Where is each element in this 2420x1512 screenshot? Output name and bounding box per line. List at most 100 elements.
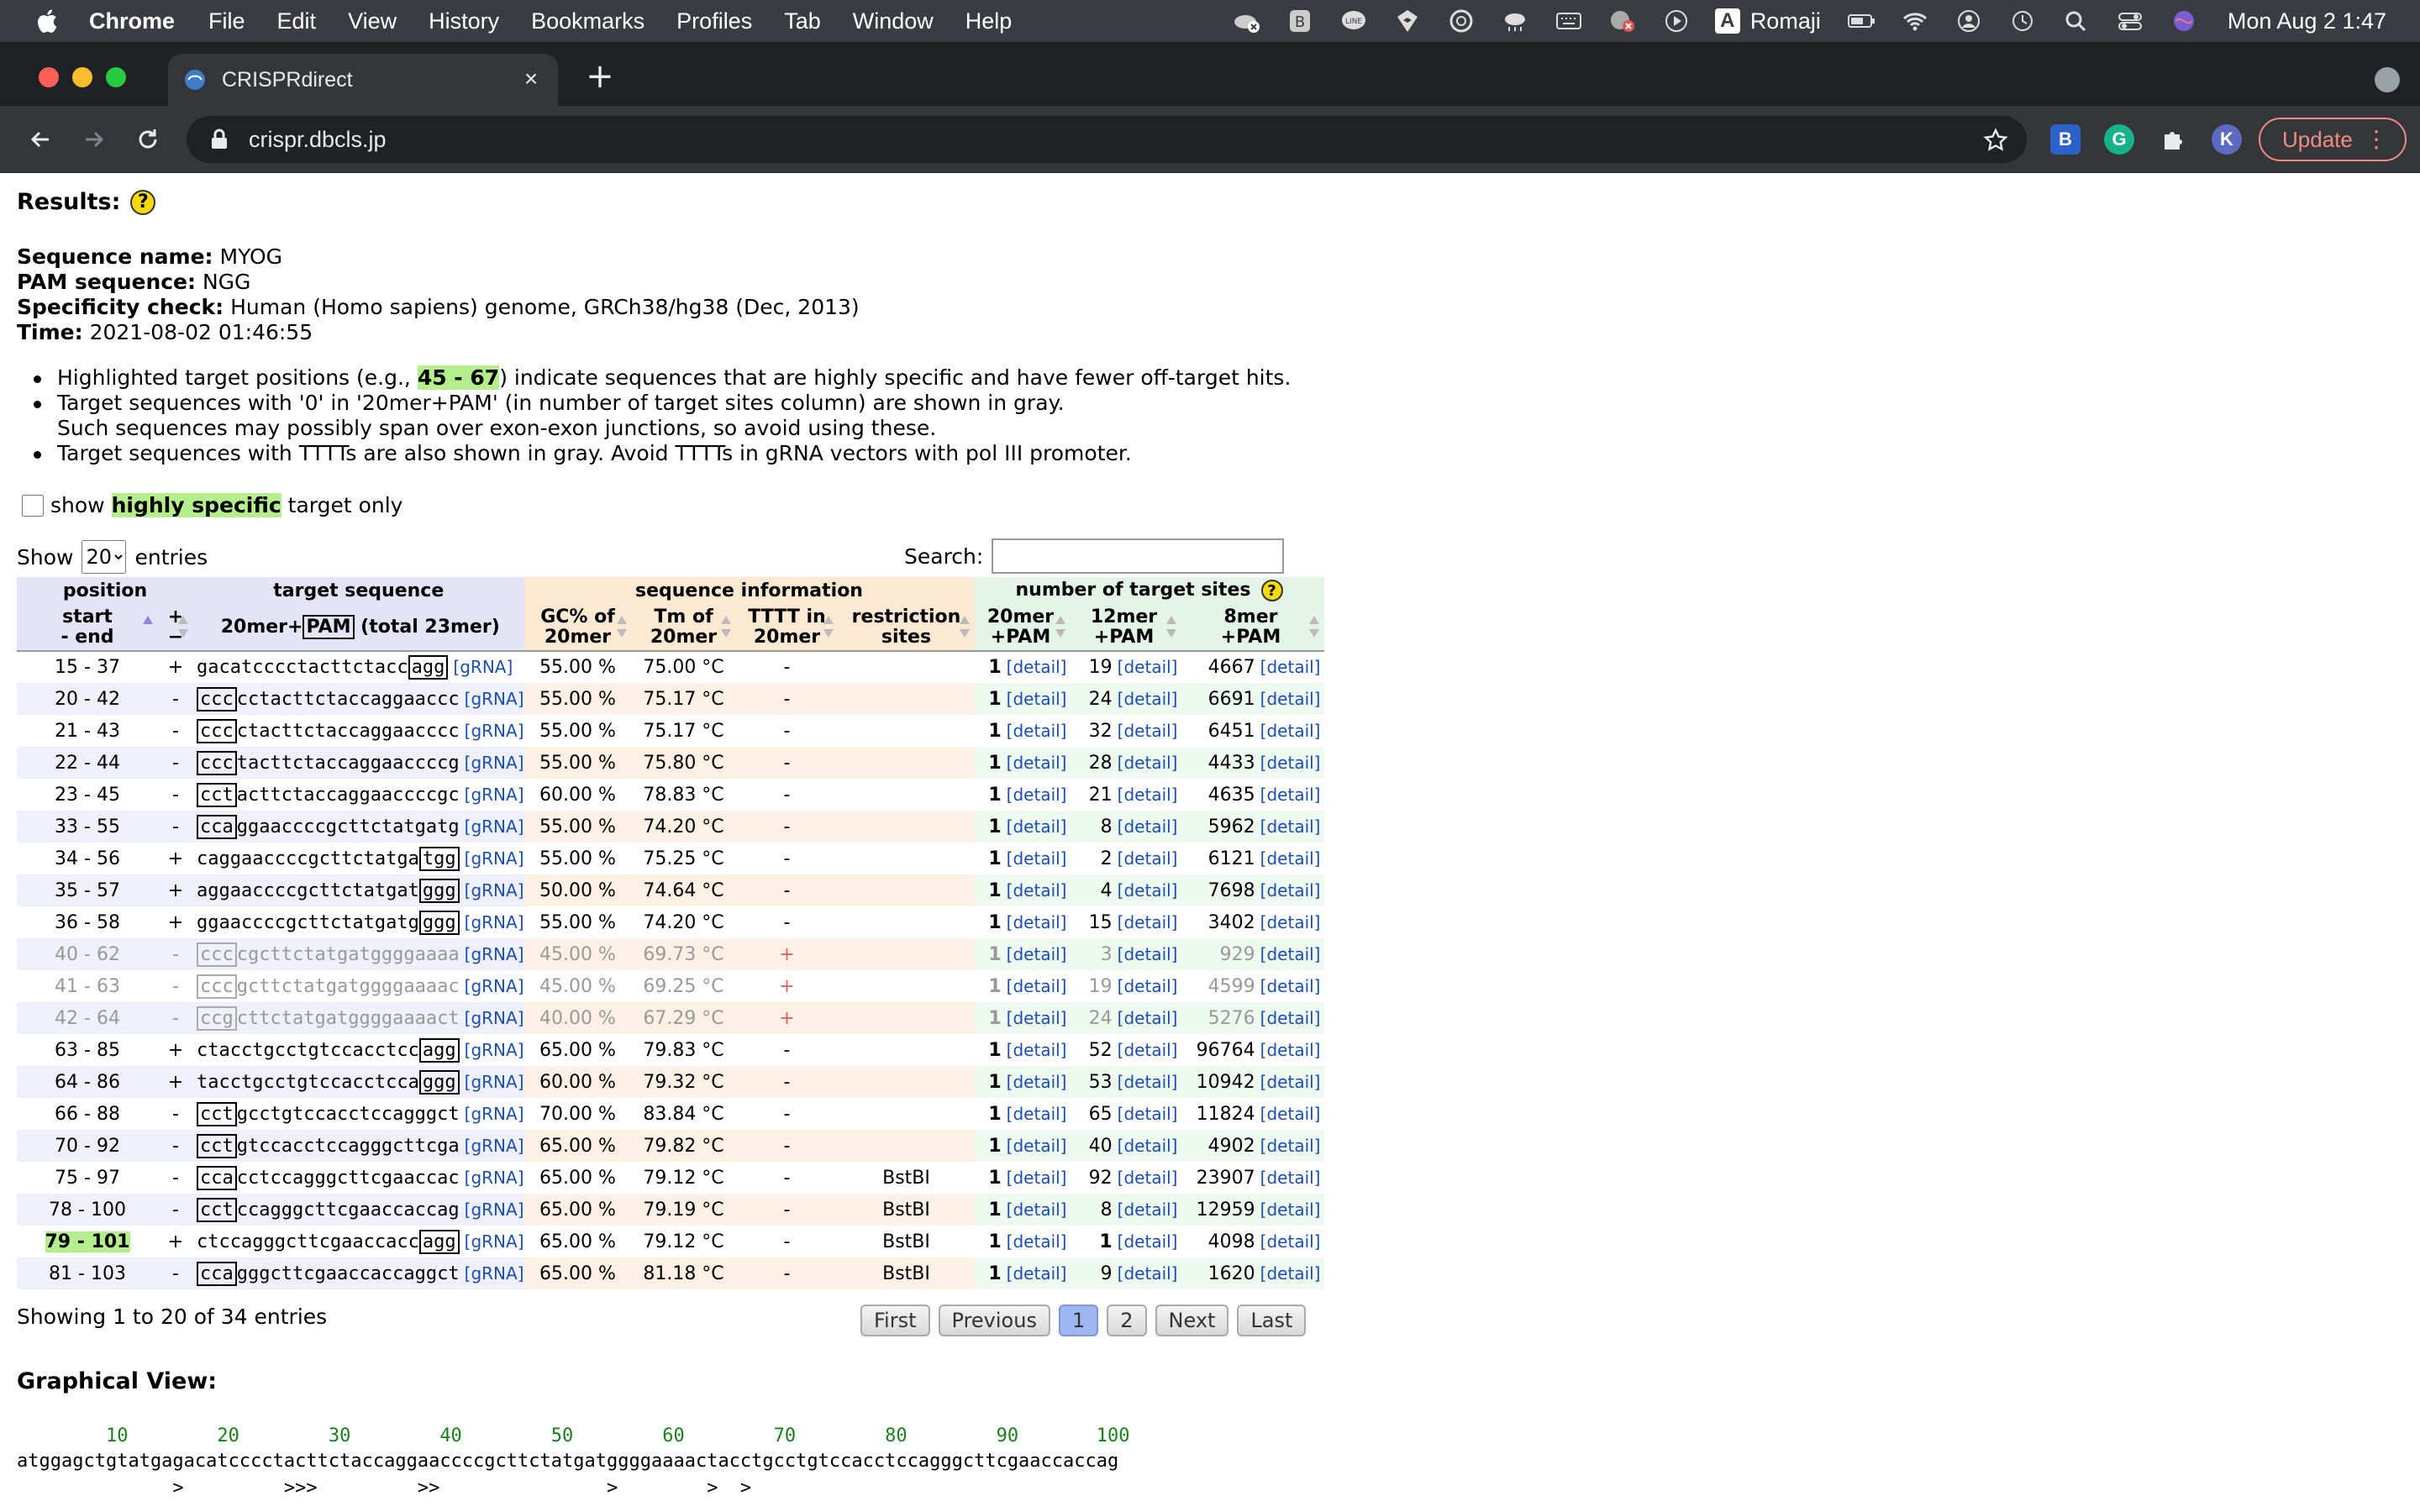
detail-link[interactable]: [detail] [1118,944,1178,964]
col-restriction[interactable]: restriction sites [838,604,975,652]
detail-link[interactable]: [detail] [1260,1168,1321,1188]
detail-link[interactable]: [detail] [1260,1072,1321,1092]
detail-link[interactable]: [detail] [1007,1104,1067,1124]
detail-link[interactable]: [detail] [1118,816,1178,837]
detail-link[interactable]: [detail] [1007,1231,1067,1252]
target-sites-help-icon[interactable]: ? [1260,580,1283,602]
bitwarden-icon[interactable]: B [1285,8,1315,34]
detail-link[interactable]: [detail] [1007,1072,1067,1092]
dropbox-icon[interactable] [1392,8,1423,34]
detail-link[interactable]: [detail] [1260,912,1321,932]
col-start-end[interactable]: start - end [17,604,158,652]
detail-link[interactable]: [detail] [1260,880,1321,900]
detail-link[interactable]: [detail] [1118,880,1178,900]
menu-clock[interactable]: Mon Aug 2 1:47 [2228,8,2386,34]
detail-link[interactable]: [detail] [1260,753,1321,773]
lock-icon[interactable] [210,129,229,150]
grna-link[interactable]: [gRNA] [465,1263,524,1284]
bitwarden-extension-icon[interactable]: B [2050,124,2081,155]
tab-crisprdirect[interactable]: CRISPRdirect × [168,54,558,106]
col-strand[interactable]: + − [158,604,193,652]
grna-link[interactable]: [gRNA] [465,912,524,932]
detail-link[interactable]: [detail] [1118,1263,1178,1284]
col-20mer[interactable]: 20mer +PAM [974,604,1071,652]
page-first-button[interactable]: First [860,1305,930,1336]
highly-specific-filter[interactable]: show highly specific target only [22,493,402,517]
update-button[interactable]: Update ⋮ [2259,118,2407,161]
detail-link[interactable]: [detail] [1260,721,1321,741]
detail-link[interactable]: [detail] [1260,944,1321,964]
page-previous-button[interactable]: Previous [938,1305,1050,1336]
menu-bookmarks[interactable]: Bookmarks [531,8,644,34]
detail-link[interactable]: [detail] [1118,1168,1178,1188]
detail-link[interactable]: [detail] [1260,657,1321,677]
detail-link[interactable]: [detail] [1007,753,1067,773]
creative-cloud-icon[interactable] [1446,8,1476,34]
detail-link[interactable]: [detail] [1118,1231,1178,1252]
tab-search-button[interactable] [2375,67,2400,92]
detail-link[interactable]: [detail] [1007,880,1067,900]
grna-link[interactable]: [gRNA] [465,1040,524,1060]
address-bar[interactable]: crispr.dbcls.jp [187,116,2027,163]
spotlight-search-icon[interactable] [2061,8,2091,34]
menu-window[interactable]: Window [853,8,934,34]
window-minimize-button[interactable] [72,67,92,87]
detail-link[interactable]: [detail] [1118,785,1178,805]
page-next-button[interactable]: Next [1155,1305,1229,1336]
detail-link[interactable]: [detail] [1260,976,1321,996]
grna-link[interactable]: [gRNA] [465,721,524,741]
detail-link[interactable]: [detail] [1260,848,1321,869]
page-last-button[interactable]: Last [1237,1305,1307,1336]
detail-link[interactable]: [detail] [1118,657,1178,677]
grna-link[interactable]: [gRNA] [453,657,513,677]
control-center-icon[interactable] [2115,8,2145,34]
detail-link[interactable]: [detail] [1007,816,1067,837]
user-account-icon[interactable] [1954,8,1984,34]
col-8mer[interactable]: 8mer +PAM [1181,604,1324,652]
highly-specific-checkbox[interactable] [22,494,44,517]
detail-link[interactable]: [detail] [1007,1168,1067,1188]
entries-select[interactable]: 20 [82,540,127,574]
detail-link[interactable]: [detail] [1118,848,1178,869]
detail-link[interactable]: [detail] [1007,848,1067,869]
menu-history[interactable]: History [429,8,499,34]
col-12mer[interactable]: 12mer +PAM [1070,604,1181,652]
menu-file[interactable]: File [208,8,245,34]
detail-link[interactable]: [detail] [1007,689,1067,709]
grna-link[interactable]: [gRNA] [465,689,524,709]
page-2-button[interactable]: 2 [1107,1305,1147,1336]
grna-link[interactable]: [gRNA] [465,1136,524,1156]
new-tab-button[interactable]: + [585,60,615,93]
grna-link[interactable]: [gRNA] [465,1072,524,1092]
detail-link[interactable]: [detail] [1260,816,1321,837]
detail-link[interactable]: [detail] [1260,1104,1321,1124]
detail-link[interactable]: [detail] [1118,753,1178,773]
grna-link[interactable]: [gRNA] [465,1231,524,1252]
menu-app-name[interactable]: Chrome [89,8,175,34]
grna-link[interactable]: [gRNA] [465,785,524,805]
forward-button[interactable] [77,123,111,156]
detail-link[interactable]: [detail] [1118,1072,1178,1092]
grna-link[interactable]: [gRNA] [465,1104,524,1124]
search-input[interactable] [992,538,1285,574]
detail-link[interactable]: [detail] [1118,1008,1178,1028]
detail-link[interactable]: [detail] [1007,1040,1067,1060]
menu-edit[interactable]: Edit [277,8,317,34]
battery-icon[interactable] [1846,8,1876,34]
input-method[interactable]: A Romaji [1714,8,1821,34]
window-close-button[interactable] [39,67,59,87]
cloud-sync-icon[interactable] [1231,8,1261,34]
detail-link[interactable]: [detail] [1007,1136,1067,1156]
detail-link[interactable]: [detail] [1007,785,1067,805]
detail-link[interactable]: [detail] [1007,912,1067,932]
col-tttt[interactable]: TTTT in 20mer [735,604,839,652]
detail-link[interactable]: [detail] [1260,1040,1321,1060]
grna-link[interactable]: [gRNA] [465,1168,524,1188]
time-machine-icon[interactable] [2007,8,2038,34]
play-icon[interactable] [1661,8,1691,34]
detail-link[interactable]: [detail] [1007,1263,1067,1284]
detail-link[interactable]: [detail] [1260,785,1321,805]
detail-link[interactable]: [detail] [1260,1263,1321,1284]
grna-link[interactable]: [gRNA] [465,944,524,964]
grammarly-extension-icon[interactable]: G [2104,124,2134,155]
